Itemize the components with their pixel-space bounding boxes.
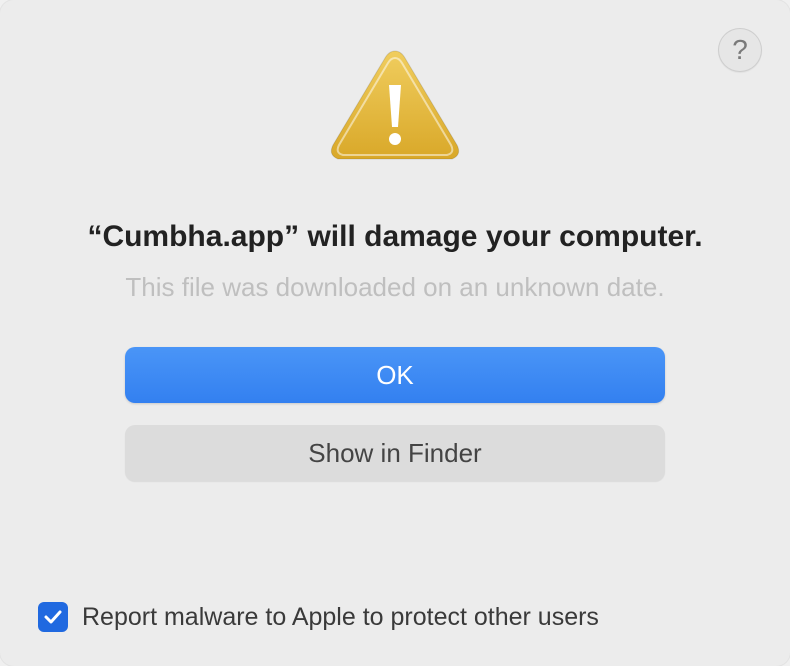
dialog-heading: “Cumbha.app” will damage your computer. [20,220,770,254]
checkmark-icon [43,607,63,627]
ok-button[interactable]: OK [125,347,665,403]
button-group: OK Show in Finder [20,347,770,481]
warning-icon-container [20,45,770,170]
dialog-subtext: This file was downloaded on an unknown d… [20,272,770,303]
help-button[interactable]: ? [718,28,762,72]
report-malware-row: Report malware to Apple to protect other… [38,602,599,632]
show-in-finder-button[interactable]: Show in Finder [125,425,665,481]
ok-button-label: OK [376,360,414,391]
help-icon: ? [732,34,748,66]
warning-icon [325,45,465,170]
malware-warning-dialog: ? “Cumbha.app” will damage your computer… [0,0,790,666]
report-malware-label: Report malware to Apple to protect other… [82,603,599,632]
show-in-finder-label: Show in Finder [308,438,481,469]
report-malware-checkbox[interactable] [38,602,68,632]
